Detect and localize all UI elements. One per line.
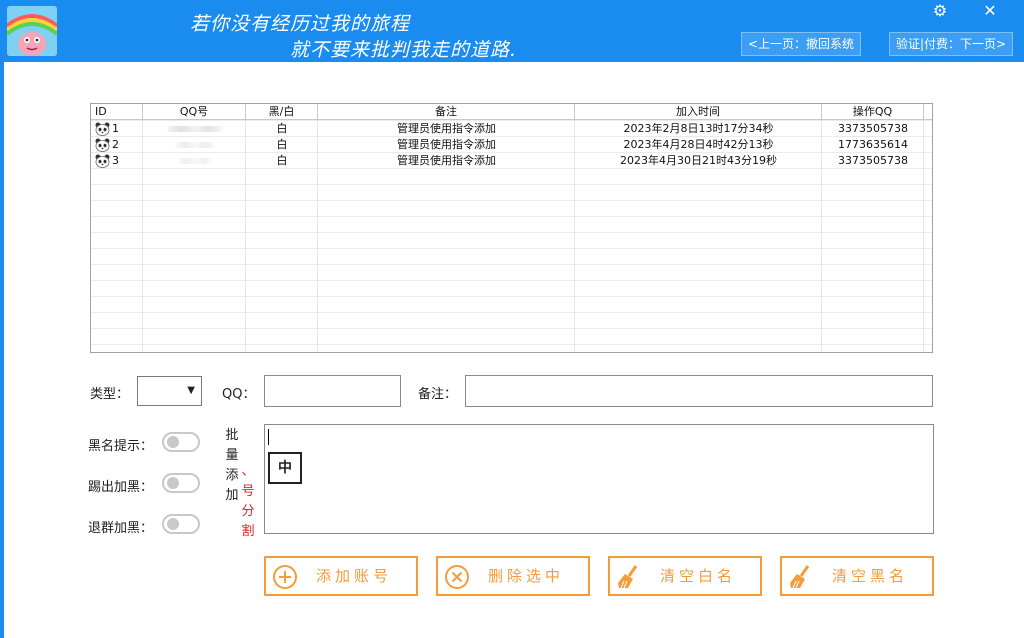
column-header-operator[interactable]: 操作QQ bbox=[822, 104, 924, 120]
clear-blacklist-label: 清空黑名 bbox=[832, 567, 909, 585]
row-note: 管理员使用指令添加 bbox=[397, 154, 496, 167]
row-id: 3 bbox=[112, 154, 119, 167]
row-operator: 1773635614 bbox=[838, 138, 908, 151]
row-type: 白 bbox=[276, 154, 288, 167]
ime-indicator: 中 bbox=[268, 452, 302, 484]
row-time: 2023年4月30日21时43分19秒 bbox=[620, 154, 777, 167]
delete-selected-label: 删除选中 bbox=[488, 567, 565, 585]
table-row[interactable]: 3 白 管理员使用指令添加 2023年4月30日21时43分19秒 337350… bbox=[91, 153, 932, 169]
add-account-label: 添加账号 bbox=[316, 567, 393, 585]
clear-whitelist-label: 清空白名 bbox=[660, 567, 737, 585]
broom-icon bbox=[790, 565, 810, 589]
note-label: 备注： bbox=[418, 387, 458, 402]
toggle-label-blacklist-hint: 黑名提示： bbox=[88, 439, 154, 454]
row-operator: 3373505738 bbox=[838, 154, 908, 167]
plus-circle-icon bbox=[273, 565, 297, 589]
kick-blacklist-toggle[interactable] bbox=[162, 473, 200, 493]
next-page-button[interactable]: 验证|付费：下一页> bbox=[889, 32, 1014, 56]
row-qq bbox=[143, 121, 246, 137]
batch-add-textarea[interactable]: 中 bbox=[264, 424, 934, 534]
column-header-id[interactable]: ID bbox=[91, 104, 143, 120]
note-input[interactable] bbox=[465, 375, 933, 407]
column-header-time[interactable]: 加入时间 bbox=[575, 104, 822, 120]
blacklist-hint-toggle[interactable] bbox=[162, 432, 200, 452]
account-table[interactable]: ID QQ号 黑/白 备注 加入时间 操作QQ 1 白 管理员使用指令添加 20… bbox=[90, 103, 933, 353]
clear-whitelist-button[interactable]: 清空白名 bbox=[608, 556, 762, 596]
type-select[interactable]: ▼ bbox=[137, 376, 202, 406]
type-label: 类型： bbox=[90, 387, 130, 402]
panda-icon bbox=[95, 138, 110, 152]
motto-line-1: 若你没有经历过我的旅程 bbox=[190, 13, 411, 35]
table-row[interactable]: 2 白 管理员使用指令添加 2023年4月28日4时42分13秒 1773635… bbox=[91, 137, 932, 153]
toggle-label-leave-blacklist: 退群加黑： bbox=[88, 521, 154, 536]
row-operator: 3373505738 bbox=[838, 122, 908, 135]
row-id: 2 bbox=[112, 138, 119, 151]
toggle-label-kick-blacklist: 踢出加黑： bbox=[88, 480, 154, 495]
clear-blacklist-button[interactable]: 清空黑名 bbox=[780, 556, 934, 596]
close-icon[interactable]: ✕ bbox=[968, 0, 1012, 22]
table-header: ID QQ号 黑/白 备注 加入时间 操作QQ bbox=[91, 104, 932, 120]
chevron-down-icon: ▼ bbox=[187, 385, 195, 396]
column-header-type[interactable]: 黑/白 bbox=[246, 104, 318, 120]
batch-add-label: 批 量 添 加 bbox=[225, 428, 239, 503]
row-time: 2023年2月8日13时17分34秒 bbox=[623, 122, 774, 135]
column-header-qq[interactable]: QQ号 bbox=[143, 104, 246, 120]
broom-icon bbox=[618, 565, 638, 589]
table-row[interactable]: 1 白 管理员使用指令添加 2023年2月8日13时17分34秒 3373505… bbox=[91, 121, 932, 137]
row-id: 1 bbox=[112, 122, 119, 135]
avatar bbox=[7, 6, 57, 56]
delete-selected-button[interactable]: 删除选中 bbox=[436, 556, 590, 596]
row-type: 白 bbox=[276, 138, 288, 151]
add-account-button[interactable]: 添加账号 bbox=[264, 556, 418, 596]
batch-separator-hint: 、 号 分 割 bbox=[241, 464, 255, 539]
column-header-note[interactable]: 备注 bbox=[318, 104, 575, 120]
row-type: 白 bbox=[276, 122, 288, 135]
row-time: 2023年4月28日4时42分13秒 bbox=[623, 138, 774, 151]
x-circle-icon bbox=[445, 565, 469, 589]
row-note: 管理员使用指令添加 bbox=[397, 138, 496, 151]
text-caret bbox=[268, 429, 269, 445]
panda-icon bbox=[95, 154, 110, 168]
qq-input[interactable] bbox=[264, 375, 401, 407]
title-bar: 若你没有经历过我的旅程 就不要来批判我走的道路. ⚙ ✕ <上一页：撤回系统 验… bbox=[0, 0, 1024, 62]
row-qq bbox=[143, 137, 246, 153]
window-border bbox=[0, 62, 4, 638]
motto-line-2: 就不要来批判我走的道路. bbox=[290, 39, 518, 61]
row-note: 管理员使用指令添加 bbox=[397, 122, 496, 135]
settings-icon[interactable]: ⚙ bbox=[918, 0, 962, 22]
prev-page-button[interactable]: <上一页：撤回系统 bbox=[741, 32, 862, 56]
row-qq bbox=[143, 153, 246, 169]
leave-blacklist-toggle[interactable] bbox=[162, 514, 200, 534]
panda-icon bbox=[95, 122, 110, 136]
qq-label: QQ： bbox=[222, 387, 256, 402]
